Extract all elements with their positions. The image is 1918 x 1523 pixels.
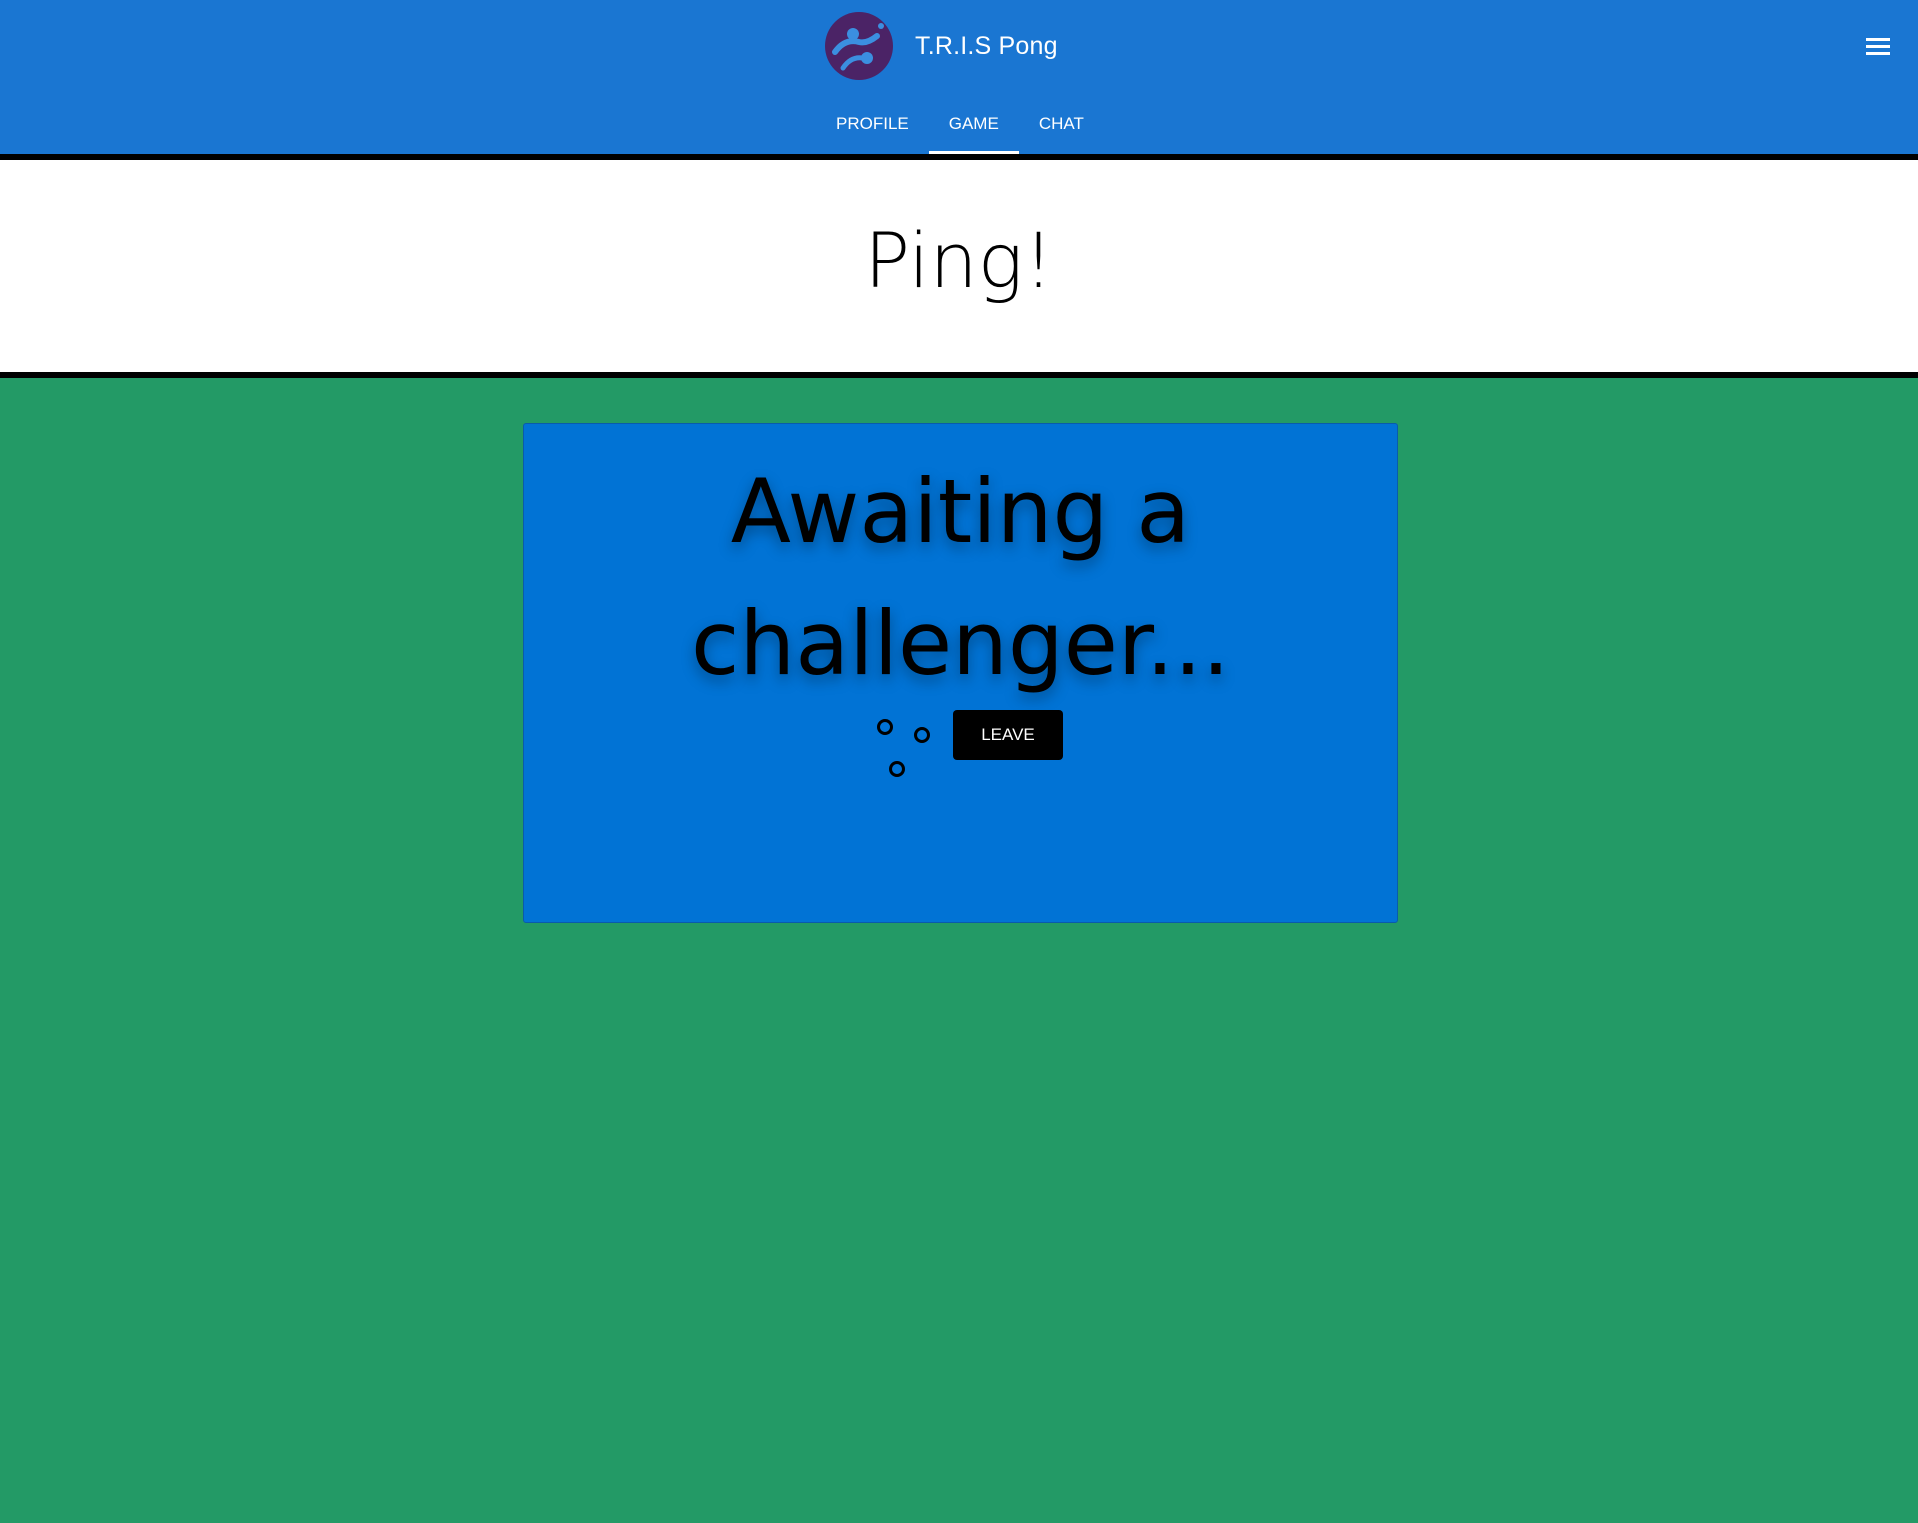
tab-game[interactable]: GAME <box>928 100 1019 154</box>
tab-chat[interactable]: CHAT <box>1019 100 1104 154</box>
brand[interactable]: T.R.I.S Pong <box>825 12 1058 80</box>
leave-button[interactable]: LEAVE <box>953 710 1063 760</box>
main-tabs: PROFILE GAME CHAT <box>816 100 1104 154</box>
app-bar: T.R.I.S Pong PROFILE GAME CHAT <box>0 0 1918 154</box>
app-title: T.R.I.S Pong <box>915 31 1058 60</box>
loading-dots-icon <box>877 719 941 789</box>
page-title: Ping! <box>864 216 1054 305</box>
title-band: Ping! <box>0 154 1918 378</box>
game-card: Awaiting a challenger... LEAVE <box>523 423 1398 923</box>
hamburger-menu-icon[interactable] <box>1864 34 1892 60</box>
tab-profile[interactable]: PROFILE <box>816 100 929 154</box>
ping-pong-player-logo-icon <box>825 12 893 80</box>
matchmaking-status: Awaiting a challenger... <box>691 460 1230 695</box>
